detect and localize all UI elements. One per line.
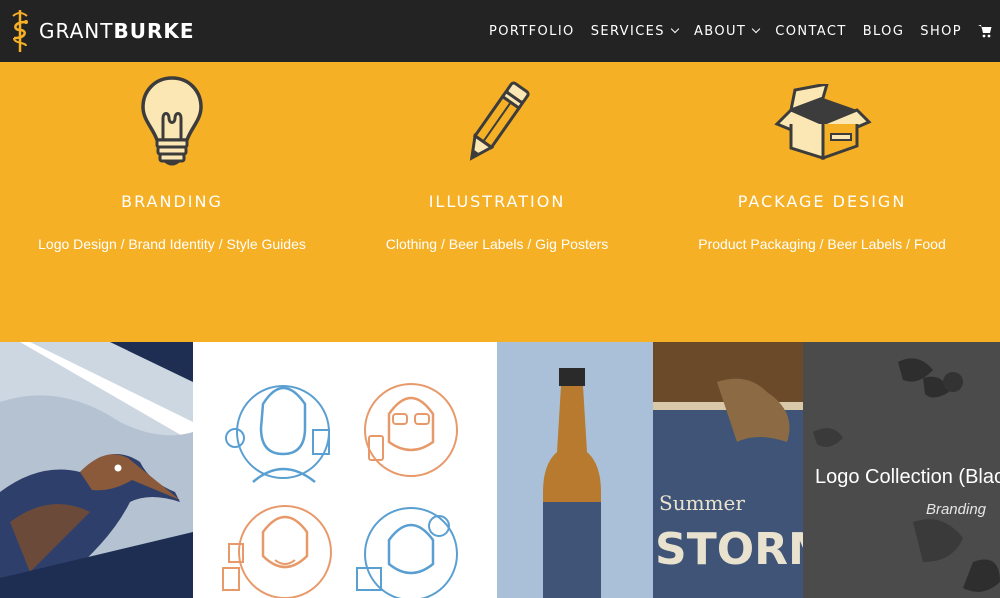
site-logo[interactable]: GRANTBURKE [9, 8, 195, 54]
site-header: GRANTBURKE PORTFOLIO SERVICES ABOUT CONT… [0, 0, 1000, 62]
portfolio-tile-character-icons[interactable] [193, 342, 497, 598]
beer-label-large-text: STORM [655, 524, 803, 575]
shopping-cart-icon[interactable] [978, 24, 992, 38]
nav-services[interactable]: SERVICES [590, 23, 680, 39]
chevron-down-icon [670, 24, 680, 34]
nav-about-label: ABOUT [693, 23, 747, 39]
portfolio-tile-logo-collection[interactable]: Logo Collection (Blac Branding [803, 342, 1000, 598]
open-box-icon [774, 84, 872, 160]
service-description: Logo Design / Brand Identity / Style Gui… [38, 236, 306, 252]
nav-contact[interactable]: CONTACT [775, 24, 846, 39]
service-description: Clothing / Beer Labels / Gig Posters [385, 236, 609, 252]
lightbulb-icon [141, 76, 203, 166]
caduceus-logo-icon [12, 10, 28, 52]
service-title: BRANDING [121, 192, 223, 211]
chevron-down-icon [751, 24, 761, 34]
service-title: ILLUSTRATION [428, 192, 566, 211]
portfolio-grid: Summer STORM Logo Collection (Blac Brand… [0, 342, 1000, 598]
beer-label-small-text: Summer [659, 491, 745, 515]
logo-wordmark: GRANTBURKE [39, 19, 195, 43]
logo-text-bold: BURKE [113, 19, 195, 43]
character-icons-image [193, 342, 497, 598]
nav-contact-label: CONTACT [775, 23, 847, 39]
beer-bottles-image: Summer STORM [497, 342, 803, 598]
portfolio-tile-roadrunner[interactable] [0, 342, 193, 598]
service-title: PACKAGE DESIGN [737, 192, 907, 211]
roadrunner-print-image [0, 342, 193, 598]
portfolio-item-title: Logo Collection (Blac [815, 466, 1000, 488]
portfolio-item-category: Branding [925, 501, 986, 518]
main-nav: PORTFOLIO SERVICES ABOUT CONTACT BLOG SH… [473, 0, 1000, 62]
nav-portfolio-label: PORTFOLIO [488, 23, 575, 39]
nav-about[interactable]: ABOUT [693, 23, 761, 39]
portfolio-tile-beer-labels[interactable]: Summer STORM [497, 342, 803, 598]
services-section: BRANDING Logo Design / Brand Identity / … [0, 62, 1000, 342]
service-description: Product Packaging / Beer Labels / Food [698, 236, 946, 252]
nav-shop[interactable]: SHOP [920, 24, 962, 39]
nav-portfolio[interactable]: PORTFOLIO [489, 24, 575, 39]
nav-services-label: SERVICES [590, 23, 665, 39]
pencil-icon [469, 81, 530, 161]
logo-text-light: GRANT [39, 19, 114, 43]
nav-blog-label: BLOG [862, 23, 905, 39]
nav-blog[interactable]: BLOG [863, 24, 905, 39]
nav-shop-label: SHOP [920, 23, 962, 39]
